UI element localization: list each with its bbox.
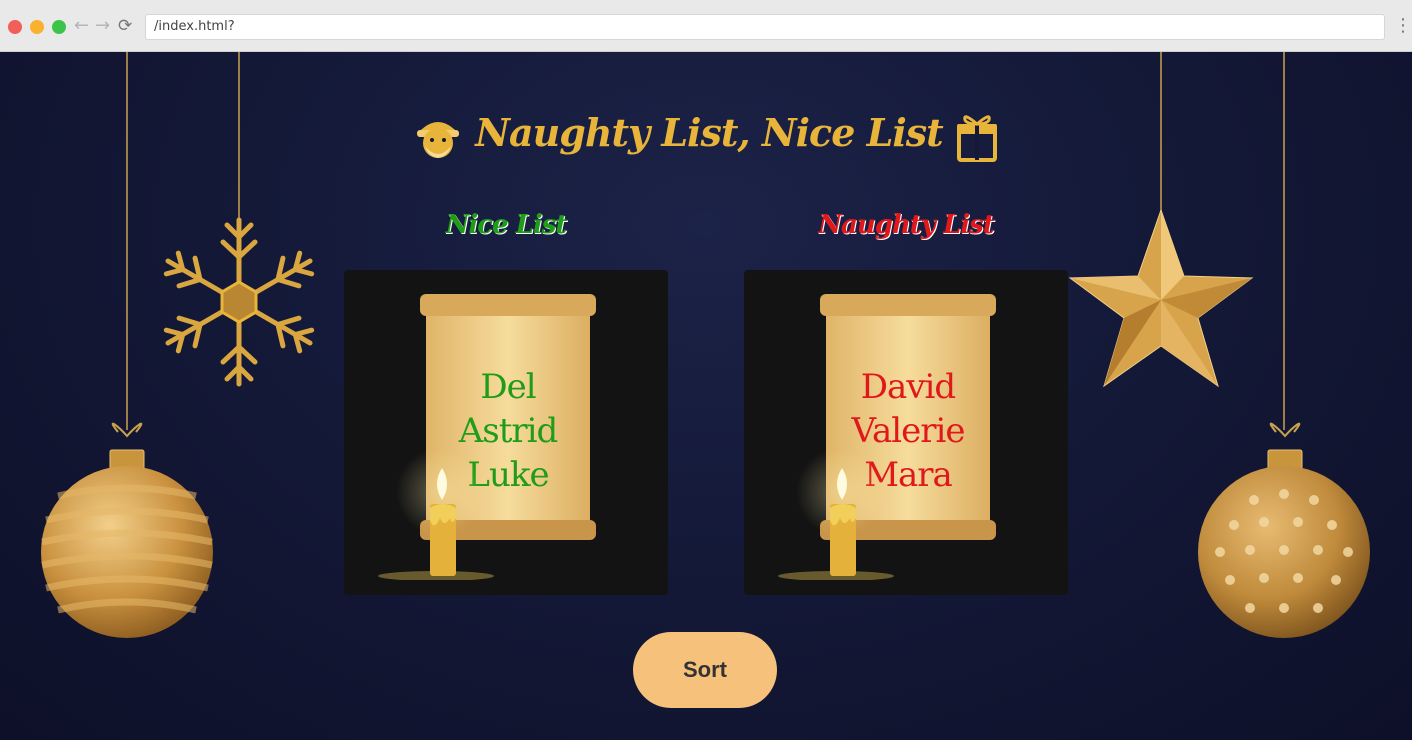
naughty-list-panel: David Valerie Mara [744,270,1068,595]
page-title: Naughty List, Nice List [0,110,1412,162]
page-content: Naughty List, Nice List Nice List Naught… [0,52,1412,740]
title-text: Naughty List, Nice List [475,110,943,155]
gift-icon [956,114,997,162]
naughty-name: David [860,367,956,407]
sort-button[interactable]: Sort [633,632,777,708]
dotted-ornament-icon [1198,422,1370,638]
nice-list-heading: Nice List [445,210,568,240]
browser-toolbar: ← → ⟳ /index.html? ⋮ [0,0,1412,52]
naughty-list-heading: Naughty List [818,210,995,240]
back-arrow-icon[interactable]: ← [74,15,89,37]
striped-ornament-icon [41,422,213,638]
nice-name: Del [480,367,536,407]
nice-list-panel: Del Astrid Luke [344,270,668,595]
candle-icon [378,450,494,580]
maximize-window-button[interactable] [52,20,66,34]
santa-icon [417,121,460,158]
candle-icon [778,450,894,580]
close-window-button[interactable] [8,20,22,34]
forward-arrow-icon[interactable]: → [95,15,110,37]
address-bar-text: /index.html? [154,19,235,34]
nice-name: Astrid [458,411,559,451]
minimize-window-button[interactable] [30,20,44,34]
star-ornament-icon [1068,210,1254,388]
browser-menu-icon[interactable]: ⋮ [1394,14,1412,38]
snowflake-icon [154,217,324,392]
naughty-name: Valerie [851,411,966,451]
reload-icon[interactable]: ⟳ [118,15,132,37]
address-bar[interactable]: /index.html? [145,14,1385,40]
